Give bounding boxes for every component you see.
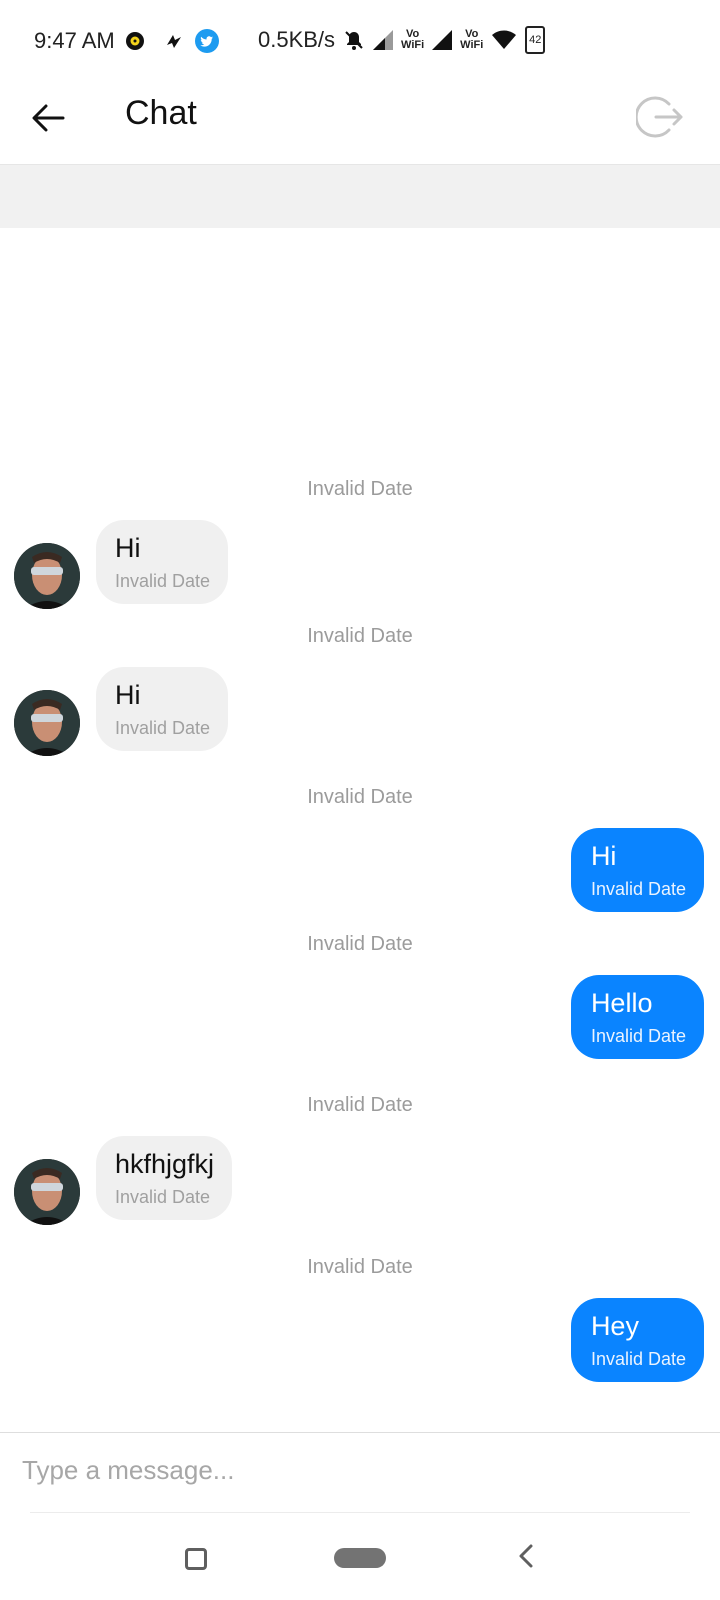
- music-app-icon: [125, 31, 145, 51]
- logout-icon: [634, 96, 683, 138]
- avatar[interactable]: [14, 690, 80, 756]
- message-bubble[interactable]: Hello Invalid Date: [570, 975, 704, 1059]
- message-bubble[interactable]: Hi Invalid Date: [96, 667, 229, 751]
- message-bubble[interactable]: hkfhjgfkj Invalid Date: [96, 1136, 233, 1220]
- date-separator: Invalid Date: [307, 786, 413, 808]
- avatar[interactable]: [14, 1159, 80, 1225]
- date-separator: Invalid Date: [307, 933, 413, 955]
- message-time: Invalid Date: [590, 879, 686, 899]
- message-time: Invalid Date: [115, 1187, 211, 1207]
- status-time: 9:47 AM: [34, 28, 115, 53]
- message-bubble[interactable]: Hey Invalid Date: [570, 1298, 704, 1382]
- message-text: Hi: [115, 533, 141, 563]
- date-separator: Invalid Date: [307, 1256, 413, 1278]
- sync-app-icon: [163, 31, 185, 51]
- signal-icon: [373, 30, 394, 50]
- message-bubble[interactable]: Hi Invalid Date: [96, 520, 229, 604]
- system-back-button[interactable]: [516, 1542, 536, 1570]
- message-text: Hi: [115, 680, 141, 710]
- silent-bell-icon: [343, 29, 365, 51]
- message-input[interactable]: [20, 1439, 684, 1501]
- network-speed: 0.5KB/s: [258, 27, 336, 52]
- chevron-left-icon: [519, 1544, 533, 1568]
- message-text: Hey: [590, 1311, 639, 1341]
- message-text: Hello: [590, 988, 653, 1018]
- date-separator: Invalid Date: [307, 1094, 413, 1116]
- recent-apps-button[interactable]: [185, 1548, 207, 1570]
- signal-icon: [432, 30, 453, 50]
- back-button[interactable]: [28, 98, 68, 138]
- message-time: Invalid Date: [115, 571, 211, 591]
- message-time: Invalid Date: [590, 1026, 686, 1046]
- message-composer: [0, 1432, 720, 1513]
- arrow-left-icon: [32, 104, 65, 132]
- message-text: hkfhjgfkj: [115, 1149, 215, 1179]
- page-title: Chat: [125, 94, 197, 132]
- message-text: Hi: [590, 841, 617, 871]
- message-time: Invalid Date: [590, 1349, 686, 1369]
- date-separator: Invalid Date: [307, 625, 413, 647]
- home-button[interactable]: [334, 1548, 386, 1568]
- message-time: Invalid Date: [115, 718, 211, 738]
- header-banner: [0, 165, 720, 228]
- avatar[interactable]: [14, 543, 80, 609]
- vowifi-icon: Vo WiFi: [460, 28, 484, 51]
- logout-button[interactable]: [634, 92, 686, 142]
- status-bar: 9:47 AM 0.5KB/s Vo WiFi Vo WiFi 42: [0, 0, 720, 80]
- vowifi-icon: Vo WiFi: [401, 28, 425, 51]
- twitter-icon: [194, 29, 219, 53]
- battery-icon: 42: [525, 26, 546, 54]
- message-bubble[interactable]: Hi Invalid Date: [570, 828, 704, 912]
- date-separator: Invalid Date: [307, 478, 413, 500]
- app-header: Chat: [0, 80, 720, 165]
- system-nav-bar: [0, 1512, 720, 1600]
- wifi-icon: [491, 30, 517, 50]
